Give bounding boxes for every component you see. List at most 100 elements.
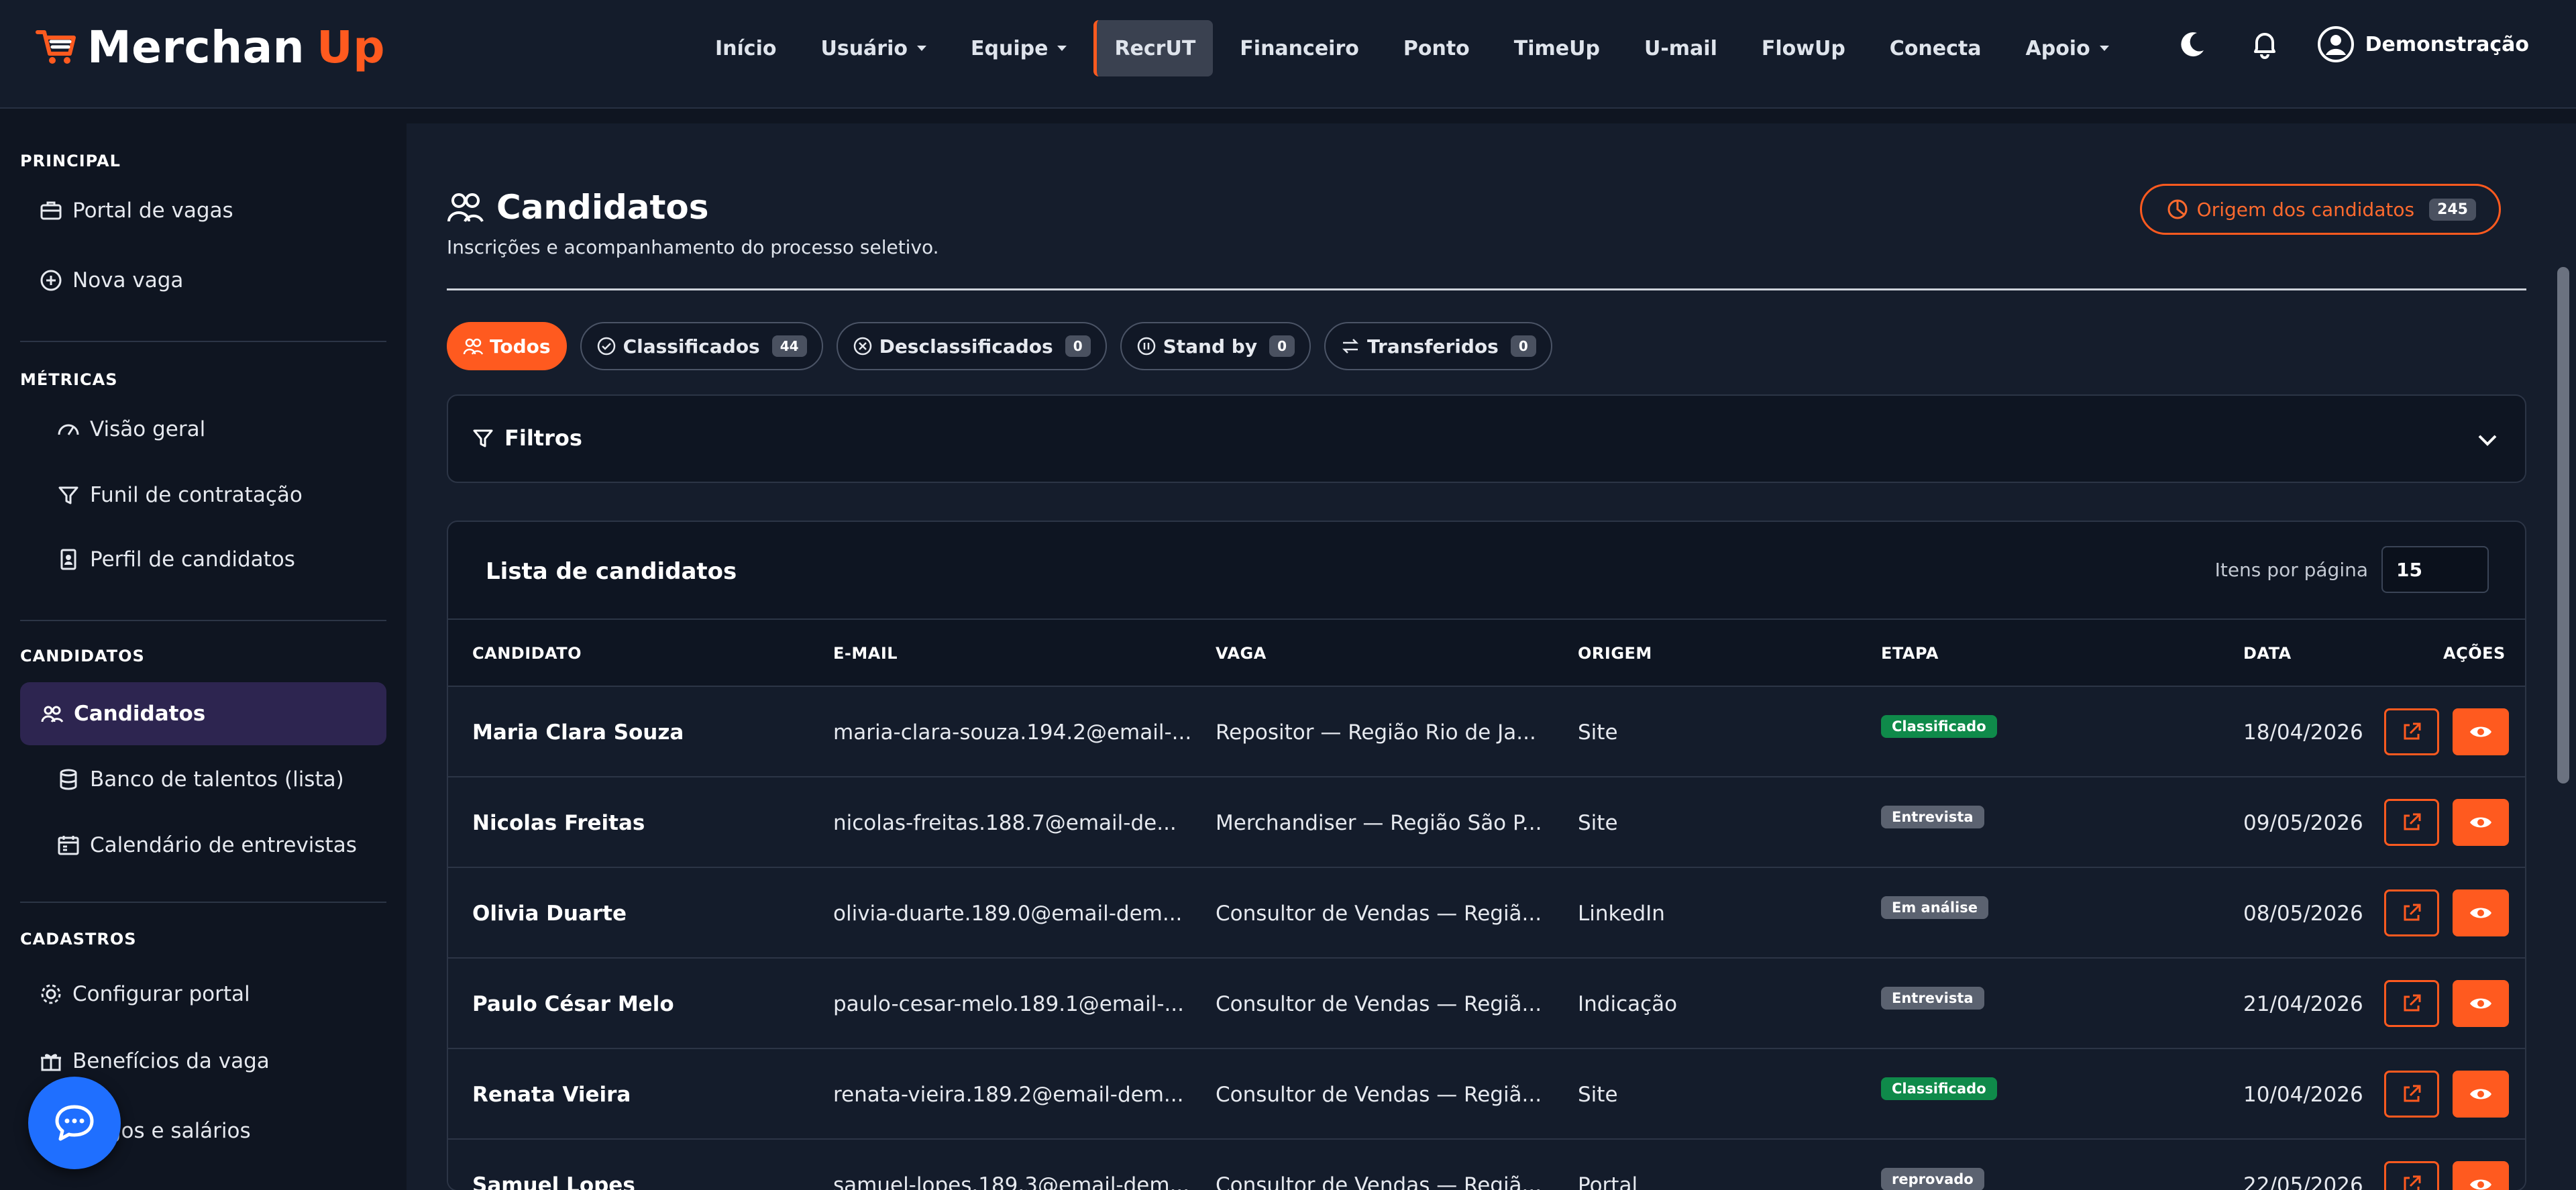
chat-button[interactable]: [28, 1077, 121, 1169]
table-row[interactable]: Samuel Lopes samuel-lopes.189.3@email-dem…: [448, 1140, 2525, 1190]
view-candidate-button[interactable]: [2453, 1161, 2509, 1190]
divider: [20, 620, 386, 621]
items-per-page: Itens por página: [2215, 546, 2489, 593]
sidebar-item-label: Visão geral: [90, 417, 206, 441]
col-candidato[interactable]: CANDIDATO: [472, 644, 582, 663]
chip-classificados[interactable]: Classificados 44: [580, 322, 823, 370]
sidebar-item-calendario[interactable]: Calendário de entrevistas: [56, 833, 357, 857]
candidate-origin: Indicação: [1578, 992, 1678, 1016]
candidate-vacancy: Consultor de Vendas — Regiã...: [1216, 1083, 1542, 1107]
candidate-email: nicolas-freitas.188.7@email-de...: [833, 811, 1177, 835]
nav-flowup[interactable]: FlowUp: [1744, 20, 1863, 76]
table-row[interactable]: Renata Vieira renata-vieira.189.2@email-d…: [448, 1049, 2525, 1140]
candidate-origin: Site: [1578, 811, 1618, 835]
chip-count-badge: 44: [771, 335, 807, 357]
sidebar-item-label: Configurar portal: [72, 982, 250, 1006]
candidate-name: Renata Vieira: [472, 1083, 631, 1107]
external-link-icon: [2404, 994, 2421, 1012]
sidebar: PRINCIPAL Portal de vagas Nova vaga MÉTR…: [0, 109, 407, 1190]
users-icon: [463, 338, 483, 355]
funnel-icon: [58, 486, 78, 504]
sidebar-item-banco-talentos[interactable]: Banco de talentos (lista): [56, 767, 344, 792]
col-email[interactable]: E-MAIL: [833, 644, 898, 663]
view-candidate-button[interactable]: [2453, 980, 2509, 1027]
nav-usuario[interactable]: Usuário: [803, 20, 944, 76]
sidebar-item-portal-vagas[interactable]: Portal de vagas: [39, 199, 233, 223]
section-metricas: MÉTRICAS: [20, 370, 118, 389]
theme-toggle[interactable]: [2172, 24, 2212, 64]
nav-timeup[interactable]: TimeUp: [1497, 20, 1617, 76]
plus-circle-icon: [40, 270, 62, 291]
nav-recrut[interactable]: RecrUT: [1093, 20, 1214, 76]
candidate-vacancy: Consultor de Vendas — Regiã...: [1216, 992, 1542, 1016]
nav-inicio[interactable]: Início: [698, 20, 794, 76]
eye-icon: [2470, 908, 2491, 918]
external-link-icon: [2404, 1085, 2421, 1102]
sidebar-item-label: Portal de vagas: [72, 199, 233, 223]
view-candidate-button[interactable]: [2453, 889, 2509, 936]
nav-ponto[interactable]: Ponto: [1386, 20, 1487, 76]
table-row[interactable]: Paulo César Melo paulo-cesar-melo.189.1@e…: [448, 959, 2525, 1049]
caret-down-icon: [1057, 46, 1067, 51]
candidate-vacancy: Repositor — Região Rio de Ja...: [1216, 720, 1536, 745]
sidebar-item-visao-geral[interactable]: Visão geral: [56, 417, 205, 441]
chevron-down-icon: [2478, 435, 2497, 446]
chip-todos[interactable]: Todos: [447, 322, 567, 370]
candidate-date: 21/04/2026: [2243, 992, 2363, 1016]
items-per-page-input[interactable]: [2381, 546, 2489, 593]
chip-desclassificados[interactable]: Desclassificados 0: [836, 322, 1107, 370]
sidebar-item-label: Funil de contratação: [90, 483, 303, 507]
origin-candidates-button[interactable]: Origem dos candidatos 245: [2139, 184, 2501, 235]
sidebar-item-beneficios[interactable]: Benefícios da vaga: [39, 1049, 270, 1073]
table-body: Maria Clara Souza maria-clara-souza.194.2…: [448, 687, 2525, 1190]
open-candidate-button[interactable]: [2384, 708, 2439, 755]
origin-count-badge: 245: [2429, 198, 2476, 221]
filters-panel[interactable]: Filtros: [447, 394, 2526, 483]
sidebar-item-funil[interactable]: Funil de contratação: [56, 483, 303, 507]
pause-circle-icon: [1137, 337, 1155, 356]
col-origem[interactable]: ORIGEM: [1578, 644, 1652, 663]
sidebar-item-perfil[interactable]: Perfil de candidatos: [56, 547, 295, 572]
nav-conecta[interactable]: Conecta: [1872, 20, 1999, 76]
user-menu[interactable]: Demonstração: [2317, 25, 2529, 63]
view-candidate-button[interactable]: [2453, 799, 2509, 846]
candidate-date: 08/05/2026: [2243, 902, 2363, 926]
notifications-button[interactable]: [2245, 24, 2285, 64]
candidate-name: Samuel Lopes: [472, 1173, 635, 1190]
nav-apoio[interactable]: Apoio: [2008, 20, 2127, 76]
chip-stand-by[interactable]: Stand by 0: [1120, 322, 1311, 370]
open-candidate-button[interactable]: [2384, 1071, 2439, 1118]
open-candidate-button[interactable]: [2384, 980, 2439, 1027]
sidebar-item-nova-vaga[interactable]: Nova vaga: [39, 268, 183, 292]
scrollbar-thumb[interactable]: [2557, 267, 2569, 783]
view-candidate-button[interactable]: [2453, 1071, 2509, 1118]
col-data[interactable]: DATA: [2243, 644, 2292, 663]
table-row[interactable]: Olivia Duarte olivia-duarte.189.0@email-d…: [448, 868, 2525, 959]
col-vaga[interactable]: VAGA: [1216, 644, 1267, 663]
users-icon: [41, 706, 64, 722]
app-logo[interactable]: Merchan Up: [35, 13, 385, 80]
sidebar-item-candidatos[interactable]: Candidatos: [20, 682, 386, 745]
candidate-date: 18/04/2026: [2243, 720, 2363, 745]
chat-bubble-icon: [55, 1105, 94, 1141]
col-etapa[interactable]: ETAPA: [1881, 644, 1939, 663]
x-circle-icon: [853, 337, 871, 356]
nav-umail[interactable]: U-mail: [1627, 20, 1735, 76]
table-row[interactable]: Maria Clara Souza maria-clara-souza.194.2…: [448, 687, 2525, 777]
logo-text: Merchan Up: [87, 21, 385, 73]
stage-badge: Classificado: [1881, 715, 1997, 738]
section-candidatos: CANDIDATOS: [20, 647, 145, 665]
sidebar-item-configurar-portal[interactable]: Configurar portal: [39, 982, 250, 1006]
open-candidate-button[interactable]: [2384, 799, 2439, 846]
section-cadastros: CADASTROS: [20, 930, 137, 949]
table-row[interactable]: Nicolas Freitas nicolas-freitas.188.7@ema…: [448, 777, 2525, 868]
candidate-name: Paulo César Melo: [472, 992, 674, 1016]
view-candidate-button[interactable]: [2453, 708, 2509, 755]
open-candidate-button[interactable]: [2384, 1161, 2439, 1190]
nav-equipe[interactable]: Equipe: [953, 20, 1084, 76]
candidate-email: renata-vieira.189.2@email-dem...: [833, 1083, 1184, 1107]
chip-transferidos[interactable]: Transferidos 0: [1324, 322, 1552, 370]
open-candidate-button[interactable]: [2384, 889, 2439, 936]
nav-financeiro[interactable]: Financeiro: [1222, 20, 1377, 76]
page-scrollbar: [2549, 123, 2576, 1190]
